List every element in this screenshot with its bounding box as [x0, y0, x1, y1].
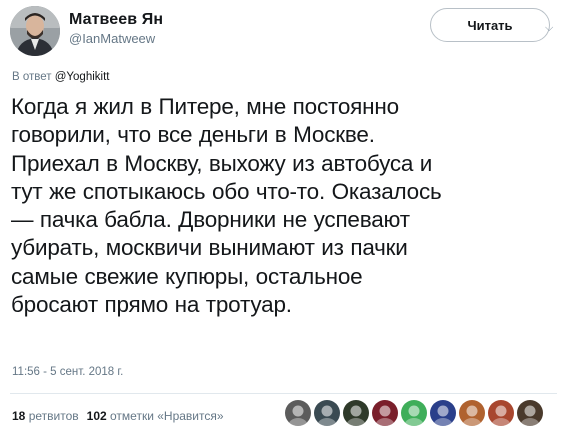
- liker-avatar-9[interactable]: [517, 400, 543, 426]
- follow-button[interactable]: Читать: [430, 8, 550, 42]
- tweet-text-line: убирать, москвичи вынимают из пачки: [11, 235, 408, 261]
- likes-label: отметки «Нравится»: [110, 409, 224, 423]
- tweet-text-line: самые свежие купюры, остальное: [11, 263, 363, 289]
- retweets-label: ретвитов: [28, 409, 79, 423]
- divider: [10, 393, 557, 394]
- tweet-text-line: Когда я жил в Питере, мне постоянно: [11, 94, 399, 119]
- author-handle[interactable]: @IanMatweew: [69, 31, 155, 46]
- tweet-text-line: тут же спотыкаюсь обо что-то. Оказалось: [11, 178, 442, 204]
- chevron-down-icon[interactable]: ⌵: [545, 22, 553, 35]
- likes-stat[interactable]: 102 отметки «Нравится»: [87, 409, 224, 423]
- tweet-timestamp[interactable]: 11:56 - 5 сент. 2018 г.: [12, 366, 123, 378]
- tweet-text-line: — пачка бабла. Дворники не успевают: [11, 207, 410, 233]
- retweets-stat[interactable]: 18 ретвитов: [12, 409, 79, 423]
- reply-mention-link[interactable]: @Yoghikitt: [55, 71, 110, 83]
- avatar[interactable]: [10, 6, 60, 56]
- tweet-stats: 18 ретвитов 102 отметки «Нравится»: [12, 409, 224, 423]
- tweet-text-line: бросают прямо на тротуар.: [11, 292, 292, 318]
- author-avatar-image: [10, 6, 60, 56]
- liker-avatar-3[interactable]: [343, 400, 369, 426]
- author-display-name[interactable]: Матвеев Ян: [69, 11, 163, 29]
- liker-avatar-1[interactable]: [285, 400, 311, 426]
- liker-avatar-4[interactable]: [372, 400, 398, 426]
- liker-avatar-6[interactable]: [430, 400, 456, 426]
- liker-avatar-5[interactable]: [401, 400, 427, 426]
- likes-count: 102: [86, 409, 107, 423]
- tweet-card: Матвеев Ян @IanMatweew Читать ⌵ В ответ …: [0, 0, 567, 441]
- tweet-text: Когда я жил в Питере, мне постоянно гово…: [11, 93, 559, 319]
- reply-context: В ответ @Yoghikitt: [12, 71, 109, 83]
- liker-avatar-8[interactable]: [488, 400, 514, 426]
- tweet-text-line: Приехал в Москву, выхожу из автобуса и: [11, 150, 433, 176]
- retweets-count: 18: [12, 409, 26, 423]
- liker-avatar-2[interactable]: [314, 400, 340, 426]
- liker-avatar-7[interactable]: [459, 400, 485, 426]
- tweet-text-line: говорили, что все деньги в Москве.: [11, 122, 375, 148]
- reply-prefix: В ответ: [12, 71, 52, 83]
